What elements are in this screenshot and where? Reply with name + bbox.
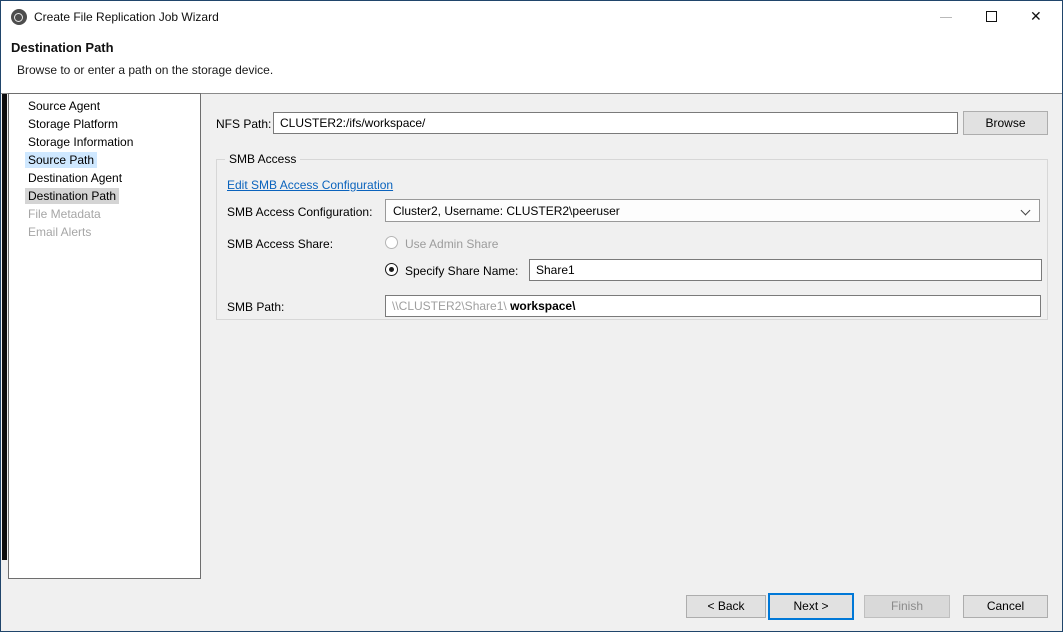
smb-path-label: SMB Path: — [227, 300, 284, 314]
maximize-icon — [986, 11, 997, 22]
smb-access-group-title: SMB Access — [225, 152, 300, 166]
smb-path-prefix: \\CLUSTER2\Share1\ — [392, 299, 510, 313]
sidebar-item-email-alerts: Email Alerts — [9, 223, 200, 241]
close-icon: ✕ — [1030, 8, 1042, 25]
use-admin-share-radio-label: Use Admin Share — [405, 237, 498, 251]
finish-button: Finish — [864, 595, 950, 618]
smb-path-input[interactable]: \\CLUSTER2\Share1\ workspace\ — [385, 295, 1041, 317]
sidebar-item-storage-information[interactable]: Storage Information — [9, 133, 200, 151]
app-logo-icon — [11, 9, 27, 25]
close-button[interactable]: ✕ — [1015, 1, 1061, 33]
use-admin-share-radio — [385, 236, 398, 249]
page-subtitle: Browse to or enter a path on the storage… — [17, 63, 273, 77]
page-title: Destination Path — [11, 40, 114, 55]
sidebar-item-source-agent[interactable]: Source Agent — [9, 97, 200, 115]
left-edge-strip — [2, 94, 7, 560]
sidebar-item-storage-platform[interactable]: Storage Platform — [9, 115, 200, 133]
browse-button[interactable]: Browse — [963, 111, 1048, 135]
sidebar-item-destination-path[interactable]: Destination Path — [9, 187, 200, 205]
cancel-button[interactable]: Cancel — [963, 595, 1048, 618]
maximize-button[interactable] — [969, 1, 1015, 33]
sidebar-item-destination-agent[interactable]: Destination Agent — [9, 169, 200, 187]
smb-access-share-label: SMB Access Share: — [227, 237, 333, 251]
minimize-icon — [940, 17, 952, 18]
wizard-window: Create File Replication Job Wizard ✕ Des… — [0, 0, 1063, 632]
back-button[interactable]: < Back — [686, 595, 766, 618]
next-button[interactable]: Next > — [768, 593, 854, 620]
nfs-path-label: NFS Path: — [216, 117, 271, 131]
share-name-input[interactable] — [529, 259, 1042, 281]
smb-access-config-dropdown[interactable]: Cluster2, Username: CLUSTER2\peeruser — [385, 199, 1040, 222]
specify-share-name-radio-label: Specify Share Name: — [405, 264, 518, 278]
smb-access-group: SMB Access Edit SMB Access Configuration… — [216, 159, 1048, 320]
specify-share-name-radio[interactable] — [385, 263, 398, 276]
window-title: Create File Replication Job Wizard — [34, 10, 219, 24]
wizard-steps-sidebar: Source Agent Storage Platform Storage In… — [8, 93, 201, 579]
wizard-header: Destination Path Browse to or enter a pa… — [1, 33, 1062, 94]
smb-access-config-value: Cluster2, Username: CLUSTER2\peeruser — [393, 204, 620, 218]
edit-smb-access-link[interactable]: Edit SMB Access Configuration — [227, 178, 393, 192]
chevron-down-icon — [1021, 206, 1031, 216]
smb-access-config-label: SMB Access Configuration: — [227, 205, 372, 219]
nfs-path-input[interactable] — [273, 112, 958, 134]
sidebar-item-source-path[interactable]: Source Path — [9, 151, 200, 169]
smb-path-suffix: workspace\ — [510, 299, 575, 313]
title-bar: Create File Replication Job Wizard ✕ — [1, 1, 1062, 33]
sidebar-item-file-metadata: File Metadata — [9, 205, 200, 223]
minimize-button[interactable] — [923, 1, 969, 33]
